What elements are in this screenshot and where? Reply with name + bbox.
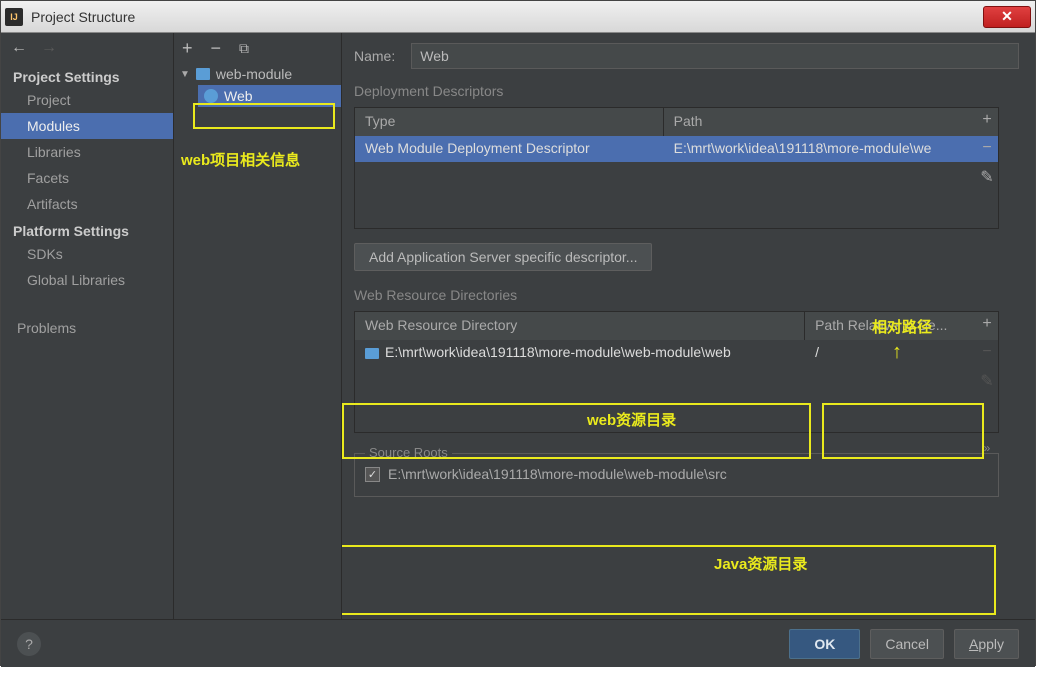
web-resource-table: Web Resource Directory Path Relative to … <box>354 311 999 433</box>
name-label: Name: <box>354 48 395 64</box>
remove-resource-icon[interactable]: − <box>982 343 991 361</box>
sidebar-item-project[interactable]: Project <box>1 87 173 113</box>
main-panel: Name: Deployment Descriptors Type Path W… <box>342 33 1035 619</box>
ij-icon: IJ <box>5 8 23 26</box>
td-rel-path: / <box>805 340 998 366</box>
apply-button[interactable]: Apply <box>954 629 1019 659</box>
remove-descriptor-icon[interactable]: − <box>982 139 991 157</box>
annot-java-dir: Java资源目录 <box>714 553 807 574</box>
add-resource-icon[interactable]: + <box>982 315 991 333</box>
source-root-path: E:\mrt\work\idea\191118\more-module\web-… <box>388 466 727 482</box>
help-button[interactable]: ? <box>17 632 41 656</box>
forward-arrow-icon[interactable]: → <box>41 39 57 57</box>
th-path: Path <box>664 108 998 136</box>
td-type: Web Module Deployment Descriptor <box>355 136 664 162</box>
dialog-footer: ? OK Cancel Apply <box>1 619 1035 667</box>
web-icon <box>204 89 218 103</box>
sidebar-item-modules[interactable]: Modules <box>1 113 173 139</box>
sidebar-item-libraries[interactable]: Libraries <box>1 139 173 165</box>
name-input[interactable] <box>411 43 1019 69</box>
remove-icon[interactable]: − <box>211 38 222 59</box>
descriptor-row[interactable]: Web Module Deployment Descriptor E:\mrt\… <box>355 136 998 162</box>
deployment-descriptors-table: Type Path Web Module Deployment Descript… <box>354 107 999 229</box>
web-resource-directories-label: Web Resource Directories <box>354 287 1029 303</box>
folder-icon <box>365 348 379 359</box>
sidebar-heading-project: Project Settings <box>1 63 173 87</box>
add-icon[interactable]: + <box>182 38 193 59</box>
copy-icon[interactable]: ⧉ <box>239 40 249 57</box>
deployment-descriptors-label: Deployment Descriptors <box>354 83 1029 99</box>
resource-row[interactable]: E:\mrt\work\idea\191118\more-module\web-… <box>355 340 998 366</box>
source-roots-panel: Source Roots ✓ E:\mrt\work\idea\191118\m… <box>354 453 999 497</box>
td-res-dir: E:\mrt\work\idea\191118\more-module\web-… <box>355 340 805 366</box>
source-roots-label: Source Roots <box>365 445 452 460</box>
td-path: E:\mrt\work\idea\191118\more-module\we <box>664 136 998 162</box>
source-root-checkbox[interactable]: ✓ <box>365 467 380 482</box>
tree-root-label: web-module <box>216 66 292 82</box>
th-res-dir: Web Resource Directory <box>355 312 805 340</box>
edit-descriptor-icon[interactable]: ✎ <box>980 167 993 187</box>
tree-web-label: Web <box>224 88 253 104</box>
tree-root-node[interactable]: ▼ web-module <box>174 63 341 85</box>
th-type: Type <box>355 108 664 136</box>
titlebar: IJ Project Structure ✕ <box>1 1 1035 33</box>
sidebar-item-artifacts[interactable]: Artifacts <box>1 191 173 217</box>
module-tree-pane: + − ⧉ ▼ web-module Web <box>174 33 342 619</box>
tree-web-node[interactable]: Web <box>198 85 341 107</box>
expand-icon[interactable]: ▼ <box>180 69 190 80</box>
sidebar-item-sdks[interactable]: SDKs <box>1 241 173 267</box>
close-button[interactable]: ✕ <box>983 6 1031 28</box>
edit-resource-icon[interactable]: ✎ <box>980 371 993 391</box>
window-title: Project Structure <box>31 9 135 25</box>
sidebar-item-facets[interactable]: Facets <box>1 165 173 191</box>
ok-button[interactable]: OK <box>789 629 860 659</box>
th-rel-path: Path Relative to De... <box>805 312 998 340</box>
sidebar-item-problems[interactable]: Problems <box>1 315 173 341</box>
sidebar: ← → Project Settings Project Modules Lib… <box>1 33 174 619</box>
cancel-button[interactable]: Cancel <box>870 629 944 659</box>
back-arrow-icon[interactable]: ← <box>11 39 27 57</box>
add-server-descriptor-button[interactable]: Add Application Server specific descript… <box>354 243 652 271</box>
add-descriptor-icon[interactable]: + <box>982 111 991 129</box>
sidebar-heading-platform: Platform Settings <box>1 217 173 241</box>
folder-icon <box>196 68 210 80</box>
sidebar-item-global-libraries[interactable]: Global Libraries <box>1 267 173 293</box>
